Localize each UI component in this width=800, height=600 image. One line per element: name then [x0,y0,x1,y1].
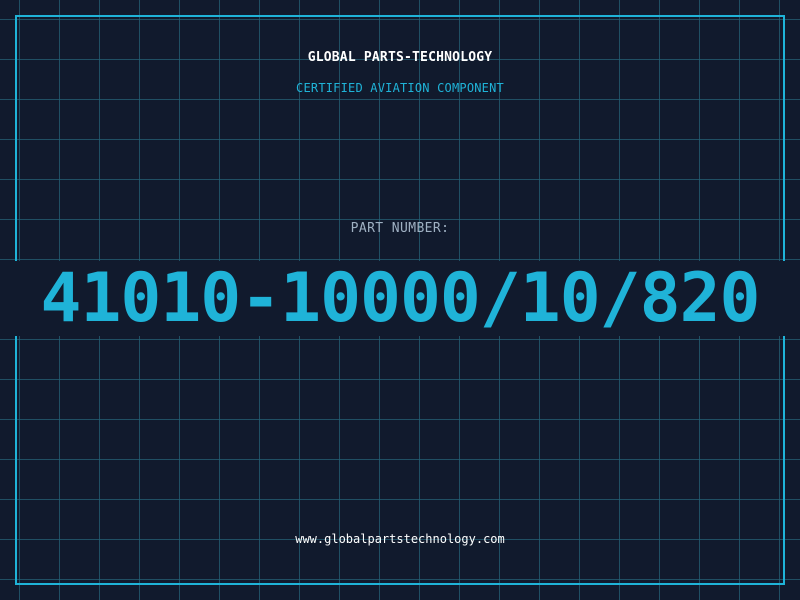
part-number-band: 41010-10000/10/820 [0,261,800,336]
part-number-value: 41010-10000/10/820 [40,261,761,336]
website-url: www.globalpartstechnology.com [295,532,505,546]
part-label-card: GLOBAL PARTS-TECHNOLOGY CERTIFIED AVIATI… [0,0,800,600]
part-number-label: PART NUMBER: [350,221,450,236]
company-name: GLOBAL PARTS-TECHNOLOGY [307,50,493,65]
certification-tagline: CERTIFIED AVIATION COMPONENT [296,81,504,95]
